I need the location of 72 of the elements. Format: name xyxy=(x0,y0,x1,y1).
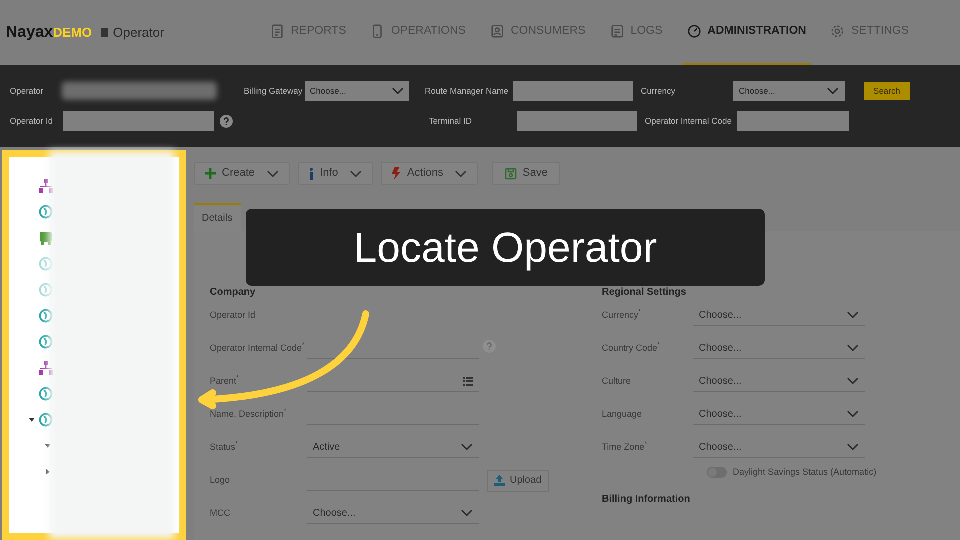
select-field[interactable]: Choose... xyxy=(307,504,479,524)
form-label: Time Zone$^{*}$ xyxy=(602,440,648,454)
form-label: Language xyxy=(602,408,644,421)
callout-text: Locate Operator xyxy=(354,223,658,273)
form-label: Culture xyxy=(602,374,632,388)
chevron-down-icon xyxy=(455,170,468,178)
field-label: Currency xyxy=(641,84,676,98)
toolbar-button[interactable]: Actions xyxy=(381,162,478,185)
form-label: Country Code$^{*}$ xyxy=(602,342,662,355)
select-field[interactable]: Choose... xyxy=(693,306,865,326)
section-title: Company xyxy=(210,286,257,299)
bolt-icon xyxy=(392,167,402,180)
form-label: Name, Description$^{*}$ xyxy=(210,408,288,421)
billing-gateway-select[interactable]: Choose... xyxy=(305,81,409,101)
currency-select[interactable]: Choose... xyxy=(733,81,845,101)
upload-icon xyxy=(494,475,505,486)
select-field[interactable]: Choose... xyxy=(693,372,865,392)
chevron-down-icon xyxy=(461,443,473,451)
form-label: Status$^{*}$ xyxy=(210,440,240,454)
toggle-label: Daylight Savings Status (Automatic) xyxy=(733,466,877,479)
field-label: Operator xyxy=(10,84,45,98)
form-label: Parent$^{*}$ xyxy=(210,374,240,388)
caret-right-icon[interactable] xyxy=(45,469,51,475)
select-field[interactable]: Choose... xyxy=(693,404,865,424)
chevron-down-icon xyxy=(350,170,362,178)
page-context: Operator xyxy=(113,24,164,42)
upload-button[interactable]: Upload xyxy=(487,470,549,492)
internal-code-input[interactable] xyxy=(737,111,849,131)
form-label: Logo xyxy=(210,474,232,487)
chevron-down-icon xyxy=(847,344,859,352)
field-label: Billing Gateway xyxy=(244,84,304,98)
chevron-down-icon xyxy=(847,443,859,451)
info-icon xyxy=(309,168,314,180)
document-icon xyxy=(270,24,285,39)
form-label: Operator Id xyxy=(210,308,257,322)
settings-icon xyxy=(830,24,846,39)
toolbar-button[interactable]: Create xyxy=(194,162,290,185)
select-field[interactable]: Active xyxy=(307,438,479,458)
toolbar-button[interactable]: Save xyxy=(492,162,560,185)
chevron-down-icon xyxy=(267,170,280,178)
field-label: Route Manager Name xyxy=(425,84,510,98)
toolbar-button[interactable]: Info xyxy=(298,162,374,185)
operator-id-input[interactable] xyxy=(63,111,214,131)
caret-down-icon[interactable] xyxy=(29,417,35,423)
field-label: Operator Id xyxy=(10,114,54,128)
chevron-down-icon xyxy=(392,87,404,95)
form-label: MCC xyxy=(210,506,232,520)
list-icon xyxy=(610,24,625,39)
field-label: Operator Internal Code xyxy=(645,114,733,128)
chevron-down-icon xyxy=(847,377,859,385)
select-field[interactable]: Choose... xyxy=(693,438,865,458)
route-manager-input[interactable] xyxy=(513,81,633,101)
search-button[interactable]: Search xyxy=(864,82,910,100)
logo: NayaxDEMO xyxy=(6,22,92,42)
chevron-down-icon xyxy=(847,311,859,319)
form-label: Operator Internal Code$^{*}$ xyxy=(210,342,306,355)
save-icon xyxy=(504,168,517,180)
chevron-down-icon xyxy=(827,87,839,95)
chevron-down-icon xyxy=(461,509,473,517)
chevron-down-icon xyxy=(847,410,859,418)
select-field[interactable]: Choose... xyxy=(693,338,865,358)
help-icon[interactable] xyxy=(220,114,233,128)
gauge-icon xyxy=(686,24,702,39)
plus-icon xyxy=(205,168,216,179)
form-tab[interactable]: Details xyxy=(194,203,241,231)
section-title: Billing Information xyxy=(602,492,692,506)
field-label: Terminal ID xyxy=(429,114,473,128)
person-icon xyxy=(490,24,505,39)
list-icon[interactable] xyxy=(463,376,473,386)
terminal-id-input[interactable] xyxy=(517,111,637,131)
form-label: Currency$^{*}$ xyxy=(602,308,642,322)
section-title: Regional Settings xyxy=(602,286,688,299)
